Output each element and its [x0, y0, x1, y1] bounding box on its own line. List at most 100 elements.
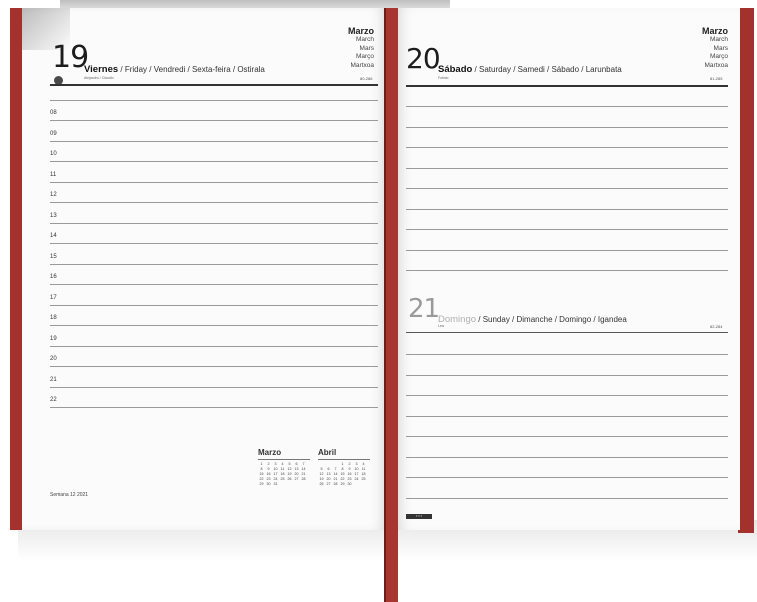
- hour-line[interactable]: [50, 140, 378, 142]
- right-day-number: 20: [406, 42, 441, 75]
- cover-right-edge: [738, 8, 754, 533]
- calendar-day: 24: [354, 477, 359, 481]
- mini-calendar-title: Marzo: [258, 448, 282, 457]
- hour-line[interactable]: [50, 222, 378, 224]
- mini-calendar-rule: [258, 459, 310, 460]
- right-month-fr: Mars: [713, 44, 728, 52]
- left-month-eu: Martxoa: [350, 61, 374, 69]
- hour-line[interactable]: [50, 161, 378, 162]
- mini-calendar-title: Abril: [318, 448, 337, 457]
- hour-label: 10: [50, 151, 57, 157]
- writing-line[interactable]: [406, 354, 728, 355]
- writing-line[interactable]: [406, 208, 728, 210]
- mini-calendar-marzo: Marzo 1 2 3 4 5 6 7 8 9 10 11 12 13 14 15 16 17 18 19 20 21 2…: [258, 448, 310, 487]
- hour-label: 11: [50, 171, 57, 178]
- left-month-pt: Março: [355, 53, 374, 60]
- calendar-day: 29: [259, 482, 264, 486]
- writing-line[interactable]: [406, 270, 728, 271]
- hour-label: 17: [50, 294, 57, 301]
- left-day-name-main: Viernes: [84, 64, 119, 75]
- left-saint: Alejandro / Claudio: [84, 76, 114, 80]
- mini-calendar-grid: 1 2 3 4 5 6 7 8 9 10 11 12 13 14 15 16 17 18 19 20 21 22 23 24 2…: [318, 462, 370, 487]
- sunday-header-rule: [406, 332, 728, 333]
- calendar-day: 29: [340, 482, 345, 486]
- writing-line[interactable]: [406, 167, 728, 169]
- writing-line[interactable]: [406, 188, 728, 189]
- writing-line[interactable]: [406, 106, 728, 107]
- left-month-block: Marzo March Mars Março Martxoa: [318, 26, 374, 70]
- left-day-name: Viernes / Friday / Vendredi / Sexta-feir…: [84, 64, 265, 75]
- hour-label: 21: [50, 376, 57, 383]
- sunday-saint: Lea: [438, 324, 444, 328]
- calendar-day: 30: [347, 482, 352, 486]
- hour-line[interactable]: [50, 202, 378, 203]
- right-day-name-main: Sábado: [438, 64, 473, 75]
- calendar-day: 31: [273, 482, 278, 486]
- hour-label: 20: [50, 356, 57, 362]
- hour-line[interactable]: [50, 243, 378, 244]
- right-month-pt: Março: [709, 53, 728, 60]
- calendar-day: 26: [319, 482, 324, 486]
- writing-line[interactable]: [406, 395, 728, 396]
- writing-line[interactable]: [406, 374, 728, 376]
- ribbon-bookmark: [386, 8, 398, 602]
- hour-label: 13: [50, 212, 57, 219]
- mini-calendar-grid: 1 2 3 4 5 6 7 8 9 10 11 12 13 14 15 16 17 18 19 20 21 22 23 24 2…: [258, 462, 310, 487]
- hour-line[interactable]: [50, 181, 378, 183]
- writing-line[interactable]: [406, 147, 728, 148]
- hour-line[interactable]: [50, 345, 378, 347]
- hour-line[interactable]: [50, 304, 378, 306]
- writing-line[interactable]: [406, 415, 728, 417]
- left-month-en: March: [355, 36, 374, 43]
- calendar-day: 28: [333, 482, 338, 486]
- right-month-es: Marzo: [701, 26, 728, 36]
- calendar-day: 27: [294, 477, 299, 481]
- right-saint: Fotinio: [438, 76, 449, 80]
- sunday-day-number: 21: [408, 294, 440, 324]
- writing-line[interactable]: [406, 477, 728, 478]
- calendar-day: 28: [301, 477, 306, 481]
- writing-line[interactable]: [406, 249, 728, 251]
- right-day-translations: / Saturday / Samedi / Sábado / Larunbata: [472, 65, 622, 74]
- right-month-block: Marzo March Mars Março Martxoa: [672, 26, 728, 70]
- hour-label: 19: [50, 335, 57, 342]
- hour-line[interactable]: [50, 100, 378, 101]
- right-day-index: 81-285: [710, 76, 723, 81]
- hour-line[interactable]: [50, 366, 378, 367]
- calendar-day: 25: [361, 477, 366, 481]
- left-header-rule: [50, 84, 378, 86]
- hour-line[interactable]: [50, 325, 378, 326]
- hour-label: 15: [50, 253, 57, 260]
- hour-label: 16: [50, 274, 57, 280]
- hour-line[interactable]: [50, 407, 378, 408]
- calendar-day: 30: [266, 482, 271, 486]
- left-day-number: 19: [52, 40, 89, 75]
- hour-label: 09: [50, 130, 57, 137]
- hour-label: 22: [50, 397, 57, 403]
- right-day-name: Sábado / Saturday / Samedi / Sábado / La…: [438, 64, 622, 75]
- hour-line[interactable]: [50, 120, 378, 121]
- hour-line[interactable]: [50, 386, 378, 388]
- calendar-day: 26: [287, 477, 292, 481]
- mini-calendar-abril: Abril 1 2 3 4 5 6 7 8 9 10 11 12 13 14 15 16 17 18 19 20 21 2…: [318, 448, 370, 487]
- sunday-day-index: 82-284: [710, 324, 723, 329]
- writing-line[interactable]: [406, 229, 728, 230]
- writing-line[interactable]: [406, 497, 728, 499]
- hour-label: 14: [50, 233, 57, 239]
- hour-line[interactable]: [50, 284, 378, 285]
- left-day-translations: / Friday / Vendredi / Sexta-feira / Osti…: [118, 65, 265, 74]
- sunday-day-translations: / Sunday / Dimanche / Domingo / Igandea: [476, 315, 627, 324]
- hour-label: 12: [50, 192, 57, 198]
- left-month-fr: Mars: [359, 44, 374, 52]
- week-footer: Semana 12 2021: [50, 492, 89, 498]
- mini-calendar-rule: [318, 459, 370, 460]
- right-month-eu: Martxoa: [704, 61, 728, 69]
- hour-label: 08: [50, 110, 57, 116]
- writing-line[interactable]: [406, 436, 728, 437]
- writing-line[interactable]: [406, 126, 728, 128]
- writing-line[interactable]: [406, 456, 728, 458]
- hour-line[interactable]: [50, 263, 378, 265]
- ribbon-shadow: [384, 8, 386, 602]
- calendar-day: 27: [326, 482, 331, 486]
- right-header-rule: [406, 85, 728, 87]
